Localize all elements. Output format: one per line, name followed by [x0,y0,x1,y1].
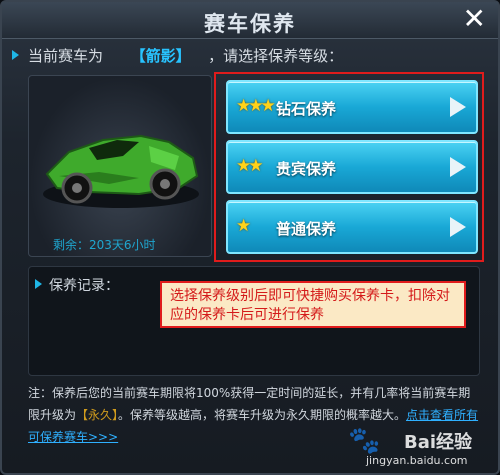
note-highlight: 【永久】 [76,408,119,422]
baidu-watermark: 🐾 Bai经验 jingyan.baidu.com [348,426,488,471]
note-text-2: 。保养等级越高，将赛车升级为永久期限的概率越大。 [118,408,407,422]
header-suffix: ，请选择保养等级： [208,47,344,65]
record-label: 保养记录： [49,278,119,294]
remaining-time: 剩余：203天6小时 [53,238,156,252]
window-title: 赛车保养 [204,12,296,36]
bullet-arrow-icon [35,279,42,289]
watermark-brand: Bai经验 [404,432,473,453]
vip-maintenance-button[interactable]: ★★ 贵宾保养 [226,140,478,194]
purchase-tooltip: 选择保养级别后即可快捷购买保养卡，扣除对应的保养卡后可进行保养 [160,281,466,328]
paw-logo-icon: 🐾 [348,426,381,456]
header-prefix: 当前赛车为 [28,47,104,65]
maintenance-window: 赛车保养 ✕ 当前赛车为 【箭影】 ，请选择保养等级： 剩余：203天6小时 ★… [0,0,500,475]
car-name: 【箭影】 [130,47,191,65]
play-arrow-icon [450,97,466,117]
car-selection-header: 当前赛车为 【箭影】 ，请选择保养等级： [28,45,343,66]
play-arrow-icon [450,157,466,177]
bullet-arrow-icon [12,50,19,60]
car-image [43,134,199,208]
play-arrow-icon [450,217,466,237]
watermark-url: jingyan.baidu.com [366,454,468,467]
diamond-maintenance-button[interactable]: ★★★ 钻石保养 [226,80,478,134]
car-preview-panel: 剩余：203天6小时 [28,75,212,257]
normal-maintenance-label: 普通保养 [276,220,337,238]
title-bar: 赛车保养 ✕ [2,2,498,39]
diamond-stars-icon: ★★★ [236,96,276,116]
close-icon[interactable]: ✕ [463,5,486,33]
vip-stars-icon: ★★ [236,156,264,176]
normal-star-icon: ★ [236,216,251,236]
vip-maintenance-label: 贵宾保养 [276,160,337,178]
normal-maintenance-button[interactable]: ★ 普通保养 [226,200,478,254]
diamond-maintenance-label: 钻石保养 [276,100,337,118]
